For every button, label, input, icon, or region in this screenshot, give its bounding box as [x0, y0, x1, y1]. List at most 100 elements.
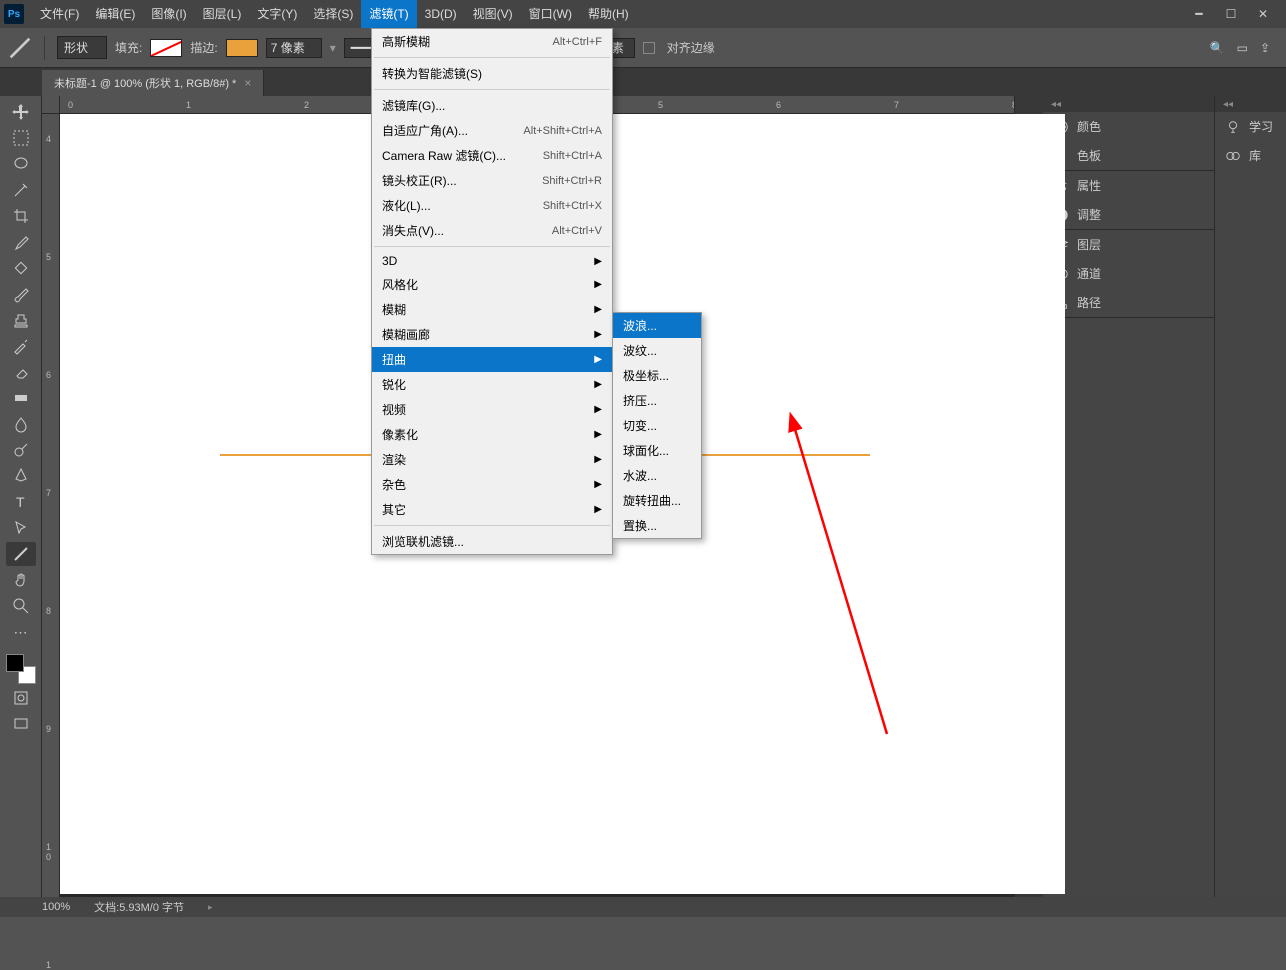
submenu-item[interactable]: 波纹...: [613, 338, 701, 363]
edit-toolbar-icon[interactable]: ⋯: [6, 620, 36, 644]
submenu-item[interactable]: 极坐标...: [613, 363, 701, 388]
path-select-tool[interactable]: [6, 516, 36, 540]
submenu-item[interactable]: 切变...: [613, 413, 701, 438]
document-tab[interactable]: 未标题-1 @ 100% (形状 1, RGB/8#) * ×: [42, 70, 264, 96]
menu-item[interactable]: 视频▶: [372, 397, 612, 422]
ruler-tick: 6: [776, 100, 781, 110]
line-tool[interactable]: [6, 542, 36, 566]
maximize-button[interactable]: ☐: [1224, 7, 1238, 21]
share-icon[interactable]: ⇪: [1260, 41, 1270, 55]
separator: [374, 525, 610, 526]
menu-item[interactable]: 其它▶: [372, 497, 612, 522]
menu-item[interactable]: 扭曲▶: [372, 347, 612, 372]
foreground-color-swatch[interactable]: [6, 654, 24, 672]
menu-item[interactable]: 液化(L)...Shift+Ctrl+X: [372, 193, 612, 218]
healing-tool[interactable]: [6, 256, 36, 280]
menu-帮助[interactable]: 帮助(H): [580, 0, 637, 28]
submenu-item[interactable]: 旋转扭曲...: [613, 488, 701, 513]
panel-item[interactable]: 调整: [1043, 200, 1214, 229]
quickmask-icon[interactable]: [6, 686, 36, 710]
blur-tool[interactable]: [6, 412, 36, 436]
panel-label: 颜色: [1077, 118, 1101, 135]
distort-submenu: 波浪...波纹...极坐标...挤压...切变...球面化...水波...旋转扭…: [612, 312, 702, 539]
stroke-width-input[interactable]: [266, 38, 322, 58]
menu-item[interactable]: 自适应广角(A)...Alt+Shift+Ctrl+A: [372, 118, 612, 143]
menu-滤镜[interactable]: 滤镜(T): [361, 0, 416, 28]
color-swatches[interactable]: [6, 654, 36, 684]
tool-mode-select[interactable]: 形状: [57, 36, 107, 59]
menu-文件[interactable]: 文件(F): [32, 0, 87, 28]
menu-item[interactable]: 模糊▶: [372, 297, 612, 322]
close-tab-icon[interactable]: ×: [244, 76, 251, 90]
menu-图层[interactable]: 图层(L): [195, 0, 250, 28]
panel-item[interactable]: 路径: [1043, 288, 1214, 317]
menu-item[interactable]: 锐化▶: [372, 372, 612, 397]
submenu-item[interactable]: 球面化...: [613, 438, 701, 463]
zoom-tool[interactable]: [6, 594, 36, 618]
screenmode-icon[interactable]: [6, 712, 36, 736]
eyedropper-tool[interactable]: [6, 230, 36, 254]
menu-文字[interactable]: 文字(Y): [249, 0, 305, 28]
pen-tool[interactable]: [6, 464, 36, 488]
panel-item[interactable]: 图层: [1043, 230, 1214, 259]
menu-选择[interactable]: 选择(S): [305, 0, 361, 28]
close-button[interactable]: ✕: [1256, 7, 1270, 21]
gradient-tool[interactable]: [6, 386, 36, 410]
frame-icon[interactable]: ▭: [1237, 41, 1248, 55]
menu-item[interactable]: 风格化▶: [372, 272, 612, 297]
menu-item[interactable]: 渲染▶: [372, 447, 612, 472]
menu-item[interactable]: 像素化▶: [372, 422, 612, 447]
menu-视图[interactable]: 视图(V): [465, 0, 521, 28]
menu-item[interactable]: 转换为智能滤镜(S): [372, 61, 612, 86]
submenu-item[interactable]: 置换...: [613, 513, 701, 538]
panel-item[interactable]: 通道: [1043, 259, 1214, 288]
type-tool[interactable]: T: [6, 490, 36, 514]
doc-size[interactable]: 文档:5.93M/0 字节: [94, 899, 184, 915]
panel-item[interactable]: 色板: [1043, 141, 1214, 170]
panel-collapse-icon[interactable]: ◂◂: [1215, 96, 1286, 112]
menu-item[interactable]: 消失点(V)...Alt+Ctrl+V: [372, 218, 612, 243]
hand-tool[interactable]: [6, 568, 36, 592]
menu-编辑[interactable]: 编辑(E): [87, 0, 143, 28]
menu-item[interactable]: 杂色▶: [372, 472, 612, 497]
menu-item[interactable]: Camera Raw 滤镜(C)...Shift+Ctrl+A: [372, 143, 612, 168]
fill-swatch[interactable]: [150, 39, 182, 57]
menu-3d[interactable]: 3D(D): [417, 0, 465, 28]
stamp-tool[interactable]: [6, 308, 36, 332]
submenu-item[interactable]: 波浪...: [613, 313, 701, 338]
separator: [374, 57, 610, 58]
move-tool[interactable]: [6, 100, 36, 124]
statusbar: 100% 文档:5.93M/0 字节 ▸: [0, 897, 1286, 917]
panel-item[interactable]: 学习: [1215, 112, 1286, 141]
panel-item[interactable]: 属性: [1043, 171, 1214, 200]
panel-item[interactable]: 库: [1215, 141, 1286, 170]
menu-item[interactable]: 镜头校正(R)...Shift+Ctrl+R: [372, 168, 612, 193]
menu-item[interactable]: 模糊画廊▶: [372, 322, 612, 347]
ruler-tick: 5: [658, 100, 663, 110]
search-icon[interactable]: 🔍: [1210, 41, 1225, 55]
menu-窗口[interactable]: 窗口(W): [521, 0, 580, 28]
crop-tool[interactable]: [6, 204, 36, 228]
panel-collapse-icon[interactable]: ◂◂: [1043, 96, 1214, 112]
eraser-tool[interactable]: [6, 360, 36, 384]
panel-item[interactable]: 颜色: [1043, 112, 1214, 141]
magic-wand-tool[interactable]: [6, 178, 36, 202]
zoom-level[interactable]: 100%: [42, 901, 70, 913]
status-arrow-icon[interactable]: ▸: [208, 902, 213, 913]
minimize-button[interactable]: ━: [1192, 7, 1206, 21]
submenu-item[interactable]: 挤压...: [613, 388, 701, 413]
lasso-tool[interactable]: [6, 152, 36, 176]
menu-item[interactable]: 3D▶: [372, 250, 612, 272]
menu-item[interactable]: 高斯模糊Alt+Ctrl+F: [372, 29, 612, 54]
submenu-item[interactable]: 水波...: [613, 463, 701, 488]
align-edges-checkbox[interactable]: [643, 42, 655, 54]
brush-tool[interactable]: [6, 282, 36, 306]
history-brush-tool[interactable]: [6, 334, 36, 358]
marquee-tool[interactable]: [6, 126, 36, 150]
line-tool-indicator[interactable]: [8, 36, 32, 60]
dodge-tool[interactable]: [6, 438, 36, 462]
menu-item[interactable]: 滤镜库(G)...: [372, 93, 612, 118]
menu-图像[interactable]: 图像(I): [143, 0, 194, 28]
stroke-swatch[interactable]: [226, 39, 258, 57]
menu-item[interactable]: 浏览联机滤镜...: [372, 529, 612, 554]
